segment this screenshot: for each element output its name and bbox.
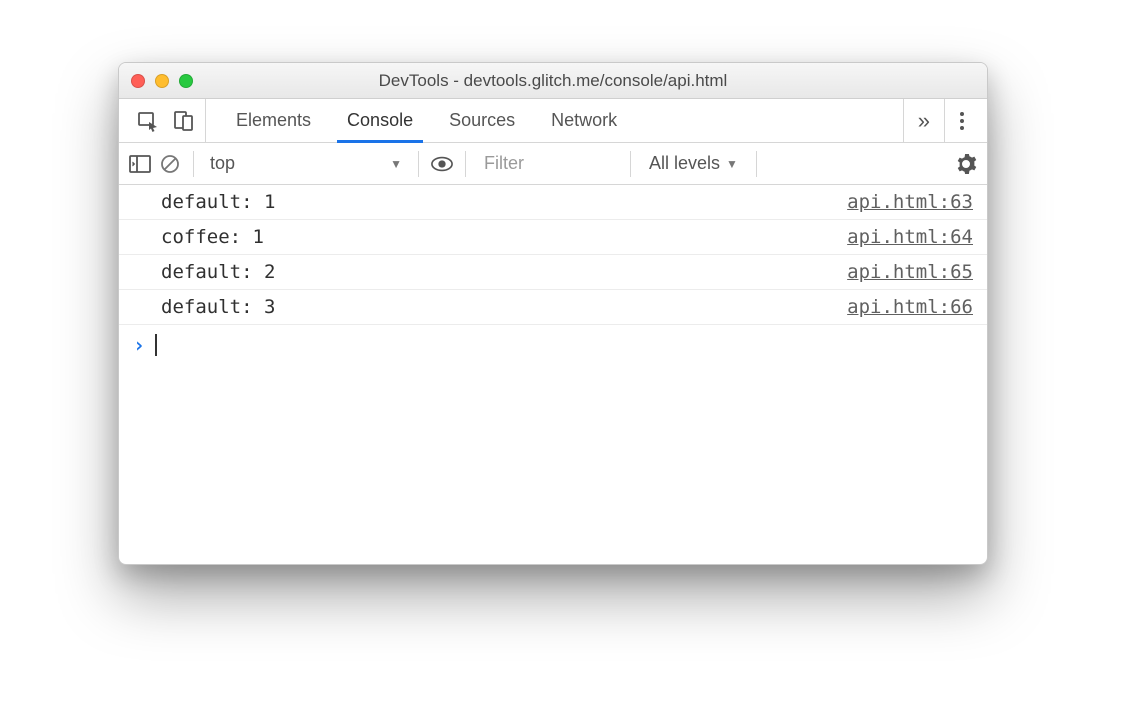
kebab-icon [959, 110, 965, 132]
log-text: coffee: 1 [161, 226, 264, 248]
panel-tabs: Elements Console Sources Network [206, 99, 903, 142]
inspect-element-icon[interactable] [137, 110, 159, 132]
clear-console-icon[interactable] [159, 153, 181, 175]
source-link[interactable]: api.html:63 [847, 191, 973, 213]
close-window-button[interactable] [131, 74, 145, 88]
window-title: DevTools - devtools.glitch.me/console/ap… [119, 71, 987, 91]
context-selector[interactable]: top ▼ [206, 153, 406, 174]
log-text: default: 3 [161, 296, 275, 318]
levels-label: All levels [649, 153, 720, 174]
console-output: default: 1 api.html:63 coffee: 1 api.htm… [119, 185, 987, 564]
console-row: coffee: 1 api.html:64 [119, 220, 987, 255]
chevron-down-icon: ▼ [726, 157, 738, 171]
prompt-arrow-icon: › [133, 333, 145, 357]
tab-label: Sources [449, 110, 515, 131]
source-link[interactable]: api.html:66 [847, 296, 973, 318]
more-tabs-button[interactable]: » [903, 99, 944, 142]
devtools-window: DevTools - devtools.glitch.me/console/ap… [118, 62, 988, 565]
console-toolbar: top ▼ All levels ▼ [119, 143, 987, 185]
tab-console[interactable]: Console [329, 99, 431, 142]
overflow-icon: » [918, 108, 930, 134]
text-cursor [155, 334, 157, 356]
minimize-window-button[interactable] [155, 74, 169, 88]
live-expression-icon[interactable] [431, 153, 453, 175]
window-controls [131, 74, 193, 88]
separator [418, 151, 419, 177]
console-prompt[interactable]: › [119, 325, 987, 365]
chevron-down-icon: ▼ [390, 157, 402, 171]
console-sidebar-toggle-icon[interactable] [129, 153, 151, 175]
separator [193, 151, 194, 177]
device-toolbar-icon[interactable] [173, 110, 195, 132]
separator [756, 151, 757, 177]
console-row: default: 2 api.html:65 [119, 255, 987, 290]
context-label: top [210, 153, 235, 174]
source-link[interactable]: api.html:65 [847, 261, 973, 283]
log-levels-selector[interactable]: All levels ▼ [643, 153, 744, 174]
tab-sources[interactable]: Sources [431, 99, 533, 142]
panel-tabs-row: Elements Console Sources Network » [119, 99, 987, 143]
console-row: default: 3 api.html:66 [119, 290, 987, 325]
tab-label: Elements [236, 110, 311, 131]
titlebar: DevTools - devtools.glitch.me/console/ap… [119, 63, 987, 99]
separator [630, 151, 631, 177]
kebab-menu-button[interactable] [944, 99, 979, 142]
inspect-tools [127, 99, 206, 142]
separator [465, 151, 466, 177]
source-link[interactable]: api.html:64 [847, 226, 973, 248]
console-settings-icon[interactable] [955, 153, 977, 175]
filter-input[interactable] [478, 149, 618, 178]
tab-label: Network [551, 110, 617, 131]
tab-network[interactable]: Network [533, 99, 635, 142]
tab-label: Console [347, 110, 413, 131]
log-text: default: 1 [161, 191, 275, 213]
tab-elements[interactable]: Elements [218, 99, 329, 142]
console-row: default: 1 api.html:63 [119, 185, 987, 220]
log-text: default: 2 [161, 261, 275, 283]
zoom-window-button[interactable] [179, 74, 193, 88]
